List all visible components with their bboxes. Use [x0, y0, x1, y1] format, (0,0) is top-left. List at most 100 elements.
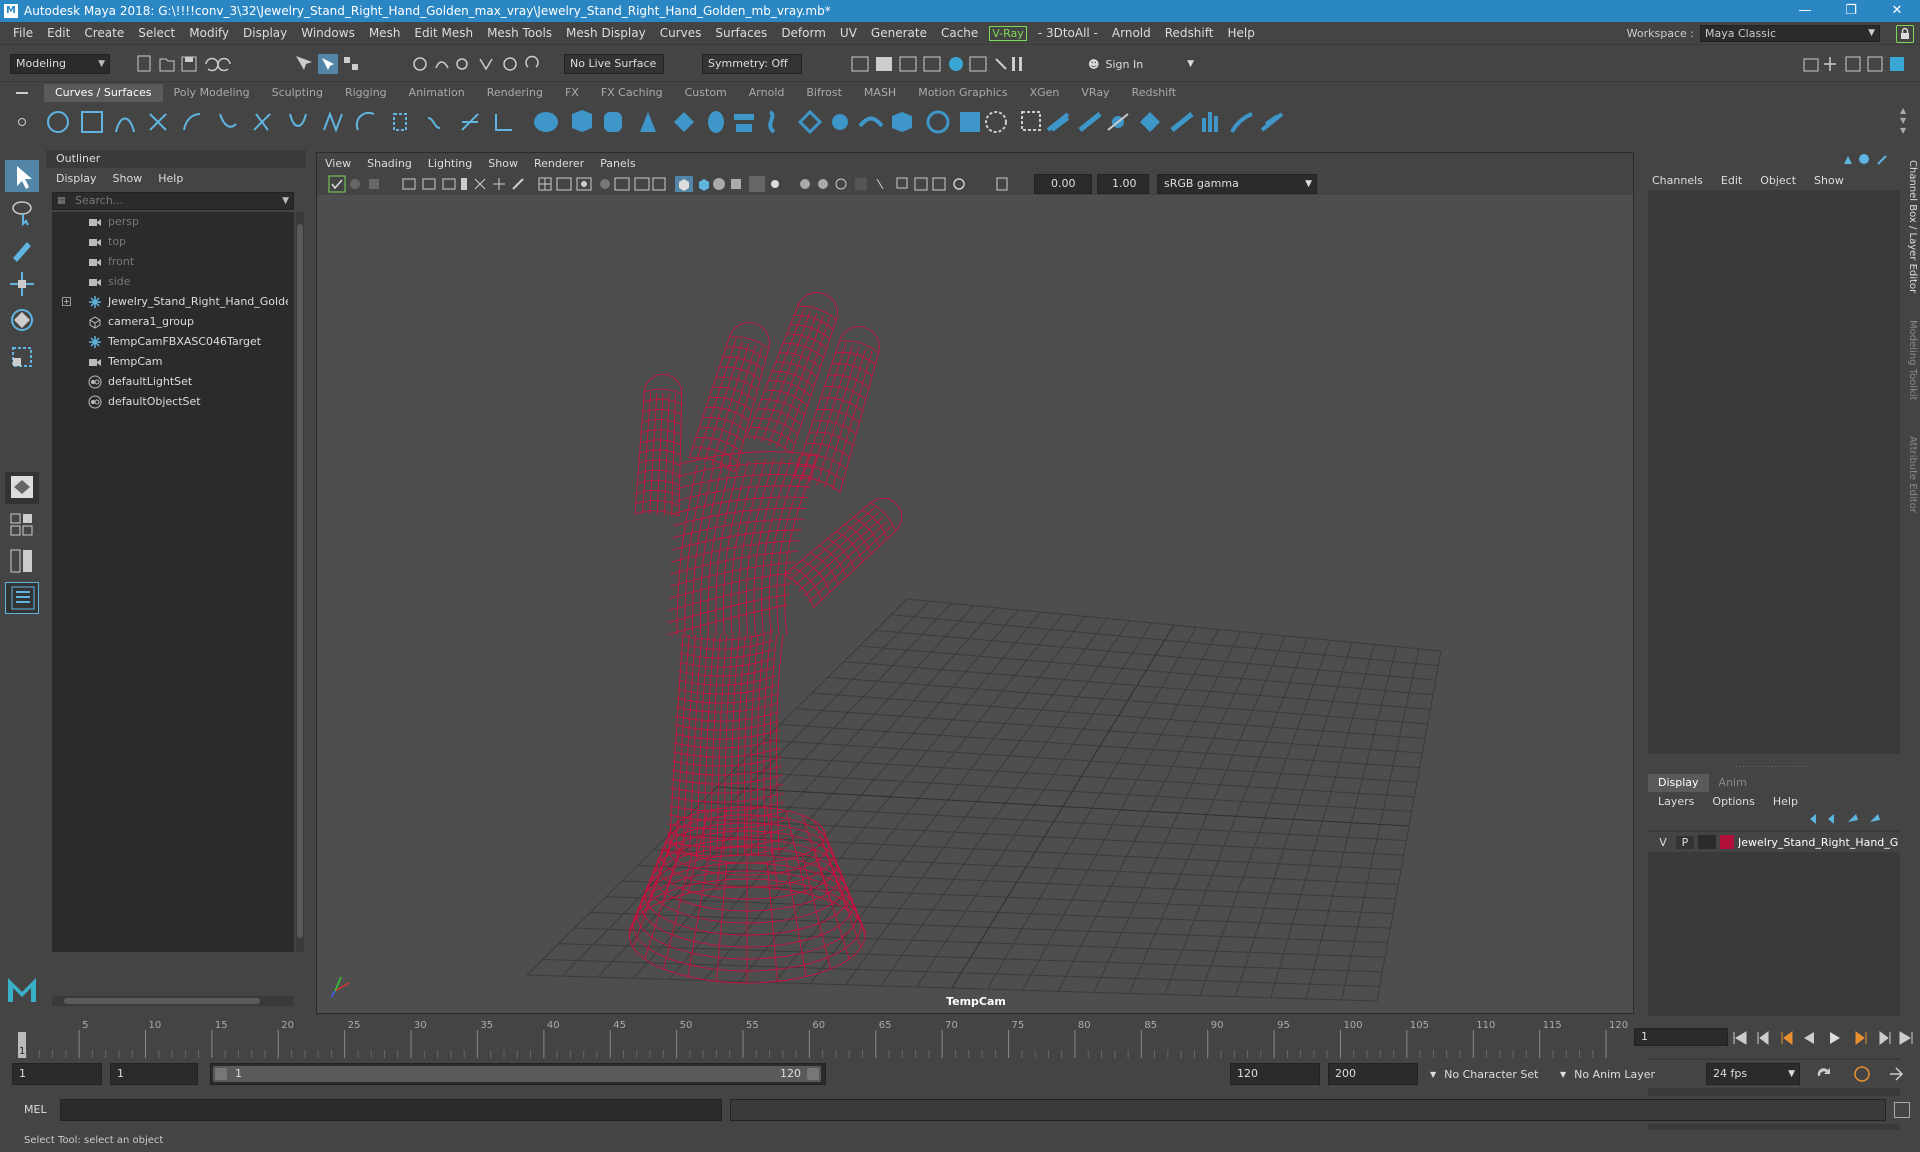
menu-generate[interactable]: Generate	[864, 26, 934, 40]
range-start-grip[interactable]	[215, 1068, 227, 1080]
viewport-canvas[interactable]: TempCam	[317, 195, 1633, 1013]
outliner-item[interactable]: persp	[52, 212, 288, 232]
menu-edit-mesh[interactable]: Edit Mesh	[407, 26, 480, 40]
scale-tool-button[interactable]	[5, 340, 39, 372]
outliner-horizontal-scrollbar[interactable]	[52, 996, 294, 1006]
shelf-tab-fx[interactable]: FX	[554, 84, 590, 102]
viewport-menu-show[interactable]: Show	[488, 157, 518, 170]
viewport-menu-panels[interactable]: Panels	[600, 157, 635, 170]
outliner-item[interactable]: defaultObjectSet	[52, 392, 288, 412]
time-slider[interactable]: 5 10 15 20 25 30 35 40 45 50 55 60 65 70 75 80 85 90 95 100…	[0, 1016, 1920, 1058]
menu-file[interactable]: File	[6, 26, 40, 40]
outliner-item[interactable]: top	[52, 232, 288, 252]
channel-box-menu-object[interactable]: Object	[1760, 174, 1796, 187]
menu-help[interactable]: Help	[1220, 26, 1261, 40]
close-button[interactable]: ✕	[1874, 0, 1920, 22]
playback-toggle[interactable]: P	[1676, 835, 1694, 849]
layer-menu-options[interactable]: Options	[1712, 795, 1754, 808]
menu-set-dropdown[interactable]: Modeling ▼	[10, 54, 110, 74]
shelf-tab-fx-caching[interactable]: FX Caching	[590, 84, 674, 102]
outliner-item[interactable]: + Jewelry_Stand_Right_Hand_Golden_r	[52, 292, 288, 312]
outliner-search-input[interactable]: ▦ Search... ▼	[52, 192, 294, 210]
side-tab-channel-box[interactable]: Channel Box / Layer Editor	[1906, 160, 1918, 300]
rotate-tool-button[interactable]	[5, 304, 39, 336]
restore-button[interactable]: ❐	[1828, 0, 1874, 22]
outliner-item[interactable]: front	[52, 252, 288, 272]
menu-create[interactable]: Create	[77, 26, 131, 40]
layer-menu-layers[interactable]: Layers	[1658, 795, 1694, 808]
maya-m-icon[interactable]	[6, 974, 38, 1004]
display-type-toggle[interactable]	[1698, 835, 1716, 849]
viewport-menu-renderer[interactable]: Renderer	[534, 157, 584, 170]
script-editor-icon[interactable]	[1894, 1102, 1910, 1118]
menu-v-ray[interactable]: V-Ray	[989, 25, 1027, 41]
shelf-tab-rendering[interactable]: Rendering	[476, 84, 554, 102]
paint-select-tool-button[interactable]	[5, 232, 39, 264]
menu-cache[interactable]: Cache	[934, 26, 985, 40]
menu-surfaces[interactable]: Surfaces	[708, 26, 774, 40]
shelf-menu-icon[interactable]	[14, 88, 30, 128]
shelf-tab-custom[interactable]: Custom	[674, 84, 738, 102]
shelf-tab-poly-modeling[interactable]: Poly Modeling	[163, 84, 261, 102]
live-surface-field[interactable]: No Live Surface	[564, 54, 664, 74]
shelf-tab-mash[interactable]: MASH	[853, 84, 907, 102]
channel-box-menu-show[interactable]: Show	[1814, 174, 1844, 187]
snap-icons[interactable]	[410, 53, 550, 75]
menu-arnold[interactable]: Arnold	[1105, 26, 1158, 40]
select-tool-button[interactable]	[5, 160, 39, 192]
menu-mesh[interactable]: Mesh	[362, 26, 408, 40]
file-tools-icons[interactable]	[136, 54, 260, 74]
selection-mode-icons[interactable]	[292, 52, 372, 76]
outliner-menu-show[interactable]: Show	[113, 172, 143, 185]
channel-box-menu-channels[interactable]: Channels	[1652, 174, 1703, 187]
range-end-grip[interactable]	[807, 1068, 819, 1080]
visibility-toggle[interactable]: V	[1654, 836, 1672, 849]
expand-icon[interactable]: +	[62, 297, 71, 306]
script-language-label[interactable]: MEL	[24, 1096, 47, 1124]
character-set-dropdown[interactable]: ▼ No Character Set	[1430, 1063, 1570, 1085]
current-frame-field[interactable]: 1	[1634, 1028, 1728, 1046]
anim-layer-dropdown[interactable]: ▼ No Anim Layer	[1560, 1063, 1690, 1085]
viewport-menu-lighting[interactable]: Lighting	[428, 157, 472, 170]
menu-windows[interactable]: Windows	[294, 26, 362, 40]
outliner-menu-display[interactable]: Display	[56, 172, 97, 185]
shelf-tab-bifrost[interactable]: Bifrost	[795, 84, 853, 102]
layer-tab-anim[interactable]: Anim	[1709, 774, 1757, 792]
viewport-toolbar-icons[interactable]	[317, 173, 1635, 195]
exposure-field[interactable]: 0.00	[1034, 174, 1092, 194]
lock-icon[interactable]	[1896, 25, 1914, 43]
two-pane-layout-icon[interactable]	[5, 546, 39, 578]
menu-mesh-display[interactable]: Mesh Display	[559, 26, 653, 40]
outliner-item[interactable]: camera1_group	[52, 312, 288, 332]
single-perspective-layout-icon[interactable]	[5, 472, 39, 504]
outliner-item[interactable]: TempCam	[52, 352, 288, 372]
playback-options-icons[interactable]	[1814, 1064, 1914, 1084]
outliner-item[interactable]: side	[52, 272, 288, 292]
side-tab-attribute-editor[interactable]: Attribute Editor	[1906, 436, 1918, 536]
outliner-menu-help[interactable]: Help	[158, 172, 183, 185]
layer-menu-help[interactable]: Help	[1773, 795, 1798, 808]
playback-controls[interactable]	[1730, 1028, 1916, 1048]
shelf-tab-curves-surfaces[interactable]: Curves / Surfaces	[44, 84, 163, 102]
outliner-layout-icon[interactable]	[5, 582, 39, 614]
panel-splitter[interactable]: ......................	[1648, 760, 1900, 770]
shelf-tab-xgen[interactable]: XGen	[1019, 84, 1071, 102]
outliner-vertical-scrollbar[interactable]	[296, 212, 304, 952]
viewport-menu-shading[interactable]: Shading	[367, 157, 412, 170]
outliner-item[interactable]: TempCamFBXASC046Target	[52, 332, 288, 352]
menu-mesh-tools[interactable]: Mesh Tools	[480, 26, 559, 40]
viewport-menu-view[interactable]: View	[325, 157, 351, 170]
menu-curves[interactable]: Curves	[653, 26, 709, 40]
display-layer-row[interactable]: V P Jewelry_Stand_Right_Hand_Go	[1648, 832, 1900, 852]
menu-display[interactable]: Display	[236, 26, 294, 40]
sign-in-button[interactable]: ☻ Sign In ▼	[1084, 54, 1198, 74]
hand-wireframe-mesh[interactable]	[628, 292, 903, 984]
menu-3dtoall[interactable]: - 3DtoAll -	[1031, 26, 1105, 40]
shelf-tab-vray[interactable]: VRay	[1070, 84, 1120, 102]
render-tools-icons[interactable]	[848, 53, 1028, 75]
shelf-tab-motion-graphics[interactable]: Motion Graphics	[907, 84, 1018, 102]
channel-box-menu-edit[interactable]: Edit	[1721, 174, 1742, 187]
layer-tool-icons[interactable]	[1804, 812, 1904, 826]
minimize-button[interactable]: —	[1782, 0, 1828, 22]
shelf-tab-rigging[interactable]: Rigging	[334, 84, 398, 102]
